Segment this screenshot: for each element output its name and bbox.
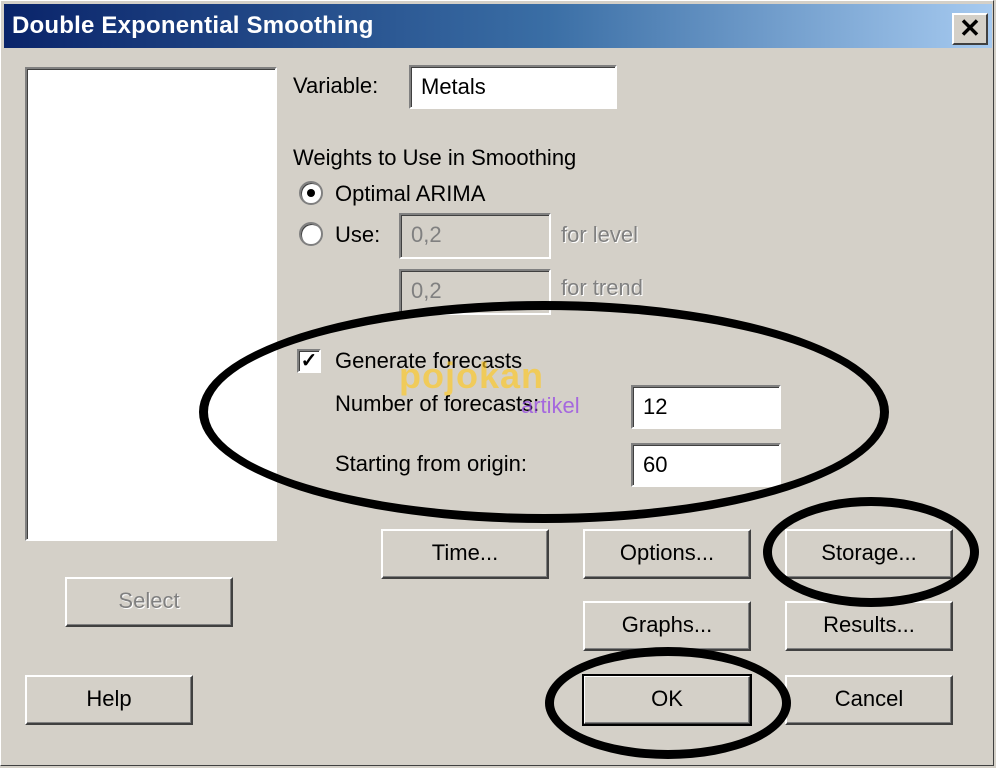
- use-weights-label: Use:: [335, 222, 381, 247]
- graphs-button[interactable]: Graphs...: [583, 601, 751, 651]
- trend-weight-input[interactable]: 0,2: [399, 269, 551, 315]
- watermark-text: pojokan: [399, 355, 545, 396]
- select-button[interactable]: Select: [65, 577, 233, 627]
- number-of-forecasts-input[interactable]: 12: [631, 385, 781, 429]
- ok-button[interactable]: OK: [582, 674, 752, 726]
- close-button[interactable]: ✕: [952, 13, 988, 45]
- for-level-label: for level: [561, 222, 639, 247]
- checkmark-icon: ✓: [300, 350, 318, 372]
- dialog-title: Double Exponential Smoothing: [12, 12, 374, 39]
- close-icon: ✕: [959, 13, 981, 43]
- watermark-subtext: artikel: [521, 393, 580, 418]
- options-button[interactable]: Options...: [583, 529, 751, 579]
- variable-list[interactable]: [25, 67, 277, 541]
- storage-button[interactable]: Storage...: [785, 529, 953, 579]
- starting-origin-input[interactable]: 60: [631, 443, 781, 487]
- level-weight-input[interactable]: 0,2: [399, 213, 551, 259]
- for-trend-label: for trend: [561, 275, 643, 300]
- time-button[interactable]: Time...: [381, 529, 549, 579]
- variable-label: Variable:: [293, 73, 379, 98]
- cancel-button[interactable]: Cancel: [785, 675, 953, 725]
- results-button[interactable]: Results...: [785, 601, 953, 651]
- title-bar[interactable]: Double Exponential Smoothing ✕: [4, 4, 992, 48]
- use-weights-radio[interactable]: [299, 222, 323, 246]
- variable-input[interactable]: Metals: [409, 65, 617, 109]
- dialog-window: Double Exponential Smoothing ✕ Variable:…: [0, 0, 994, 766]
- help-button[interactable]: Help: [25, 675, 193, 725]
- radio-selected-dot: [307, 189, 315, 197]
- generate-forecasts-checkbox[interactable]: ✓: [297, 349, 321, 373]
- starting-origin-label: Starting from origin:: [335, 451, 527, 476]
- optimal-arima-label: Optimal ARIMA: [335, 181, 486, 206]
- optimal-arima-radio[interactable]: [299, 181, 323, 205]
- weights-heading: Weights to Use in Smoothing: [293, 145, 577, 170]
